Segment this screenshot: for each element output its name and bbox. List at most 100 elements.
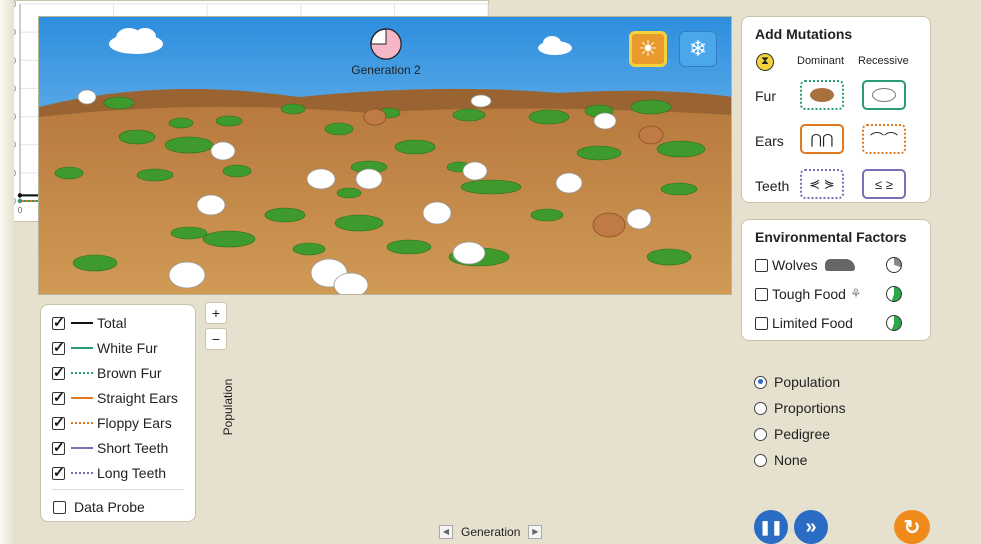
limited-food-checkbox[interactable]: Limited Food: [755, 315, 853, 331]
teeth-recessive-button[interactable]: ≤ ≥: [862, 169, 906, 199]
legend-item-floppy-ears[interactable]: Floppy Ears: [52, 414, 172, 431]
wolves-checkbox-box[interactable]: [755, 258, 768, 272]
straight-ears-icon: ⋂⋂: [810, 130, 834, 147]
legend-line-swatch: [71, 372, 93, 374]
limited-food-checkbox-box[interactable]: [755, 316, 768, 330]
reset-icon: ↻: [903, 516, 921, 539]
legend-item-total[interactable]: Total: [52, 314, 127, 331]
view-option-label: Proportions: [774, 400, 846, 416]
view-option-label: Population: [774, 374, 841, 390]
legend-item-label: Short Teeth: [97, 440, 169, 456]
fur-dominant-button[interactable]: [800, 80, 844, 110]
legend-checkbox[interactable]: [52, 314, 65, 331]
legend-item-label: Long Teeth: [97, 465, 167, 481]
legend-checkbox[interactable]: [52, 364, 65, 381]
pause-icon: ❚❚: [759, 518, 783, 535]
recessive-header: Recessive: [858, 55, 909, 67]
legend-line-swatch: [71, 397, 93, 399]
teeth-dominant-button[interactable]: ⋞ ⋟: [800, 169, 844, 199]
view-option-label: None: [774, 452, 808, 468]
legend-item-white-fur[interactable]: White Fur: [52, 339, 158, 356]
legend-item-long-teeth[interactable]: Long Teeth: [52, 464, 167, 481]
fast-forward-button[interactable]: »: [794, 510, 828, 544]
long-teeth-icon: ≤ ≥: [875, 176, 893, 192]
limited-food-label: Limited Food: [772, 315, 853, 331]
view-option-proportions[interactable]: Proportions: [754, 400, 846, 416]
simulation-scene[interactable]: Generation 2 ☀ ❄: [38, 16, 732, 295]
fast-forward-icon: »: [805, 515, 817, 538]
ears-recessive-button[interactable]: ⌒⌒: [862, 124, 906, 154]
fur-recessive-button[interactable]: [862, 80, 906, 110]
next-generation-button[interactable]: ▶: [528, 525, 543, 539]
view-option-pedigree[interactable]: Pedigree: [754, 426, 830, 442]
legend-line-swatch: [71, 322, 93, 324]
radio-button[interactable]: [754, 401, 767, 415]
wolves-checkbox[interactable]: Wolves: [755, 257, 855, 273]
environmental-factors-title: Environmental Factors: [755, 229, 907, 245]
radio-button[interactable]: [754, 427, 767, 441]
ears-dominant-button[interactable]: ⋂⋂: [800, 124, 844, 154]
wolves-timer-icon: [886, 257, 902, 273]
data-probe-checkbox-box[interactable]: [53, 500, 66, 514]
summer-environment-button[interactable]: ☀: [629, 31, 667, 67]
teeth-row-label: Teeth: [755, 178, 790, 194]
hourglass-icon: ⧗: [756, 53, 774, 71]
legend-item-label: White Fur: [97, 340, 158, 356]
view-option-label: Pedigree: [774, 426, 831, 442]
winter-environment-button[interactable]: ❄: [679, 31, 717, 67]
sun-icon: ☀: [638, 36, 658, 61]
fur-row-label: Fur: [755, 88, 776, 104]
environmental-factors-panel: Environmental Factors Wolves Tough Food …: [741, 219, 931, 341]
generation-timer-icon: [370, 28, 402, 60]
add-mutations-title: Add Mutations: [755, 26, 853, 42]
legend-line-swatch: [71, 422, 93, 424]
legend-line-swatch: [71, 447, 93, 449]
white-bunny-icon: [872, 88, 896, 102]
view-option-population[interactable]: Population: [754, 374, 840, 390]
snowflake-icon: ❄: [688, 36, 708, 61]
window-edge: [0, 0, 14, 544]
floppy-ears-icon: ⌒⌒: [870, 131, 898, 147]
zoom-out-button[interactable]: −: [205, 328, 227, 350]
brown-bunny-icon: [810, 88, 834, 102]
ears-row-label: Ears: [755, 133, 784, 149]
legend-checkbox[interactable]: [52, 464, 65, 481]
radio-button[interactable]: [754, 453, 767, 467]
tough-food-icon: ⚘: [849, 286, 862, 301]
limited-food-timer-icon: [886, 315, 902, 331]
data-point: [17, 193, 23, 198]
legend-checkbox[interactable]: [52, 339, 65, 356]
legend-item-label: Brown Fur: [97, 365, 162, 381]
y-axis-title: Population: [221, 378, 235, 436]
generation-label: Generation 2: [351, 63, 421, 77]
dominant-header: Dominant: [797, 55, 845, 67]
legend-item-brown-fur[interactable]: Brown Fur: [52, 364, 162, 381]
legend-item-label: Straight Ears: [97, 390, 178, 406]
legend-item-label: Floppy Ears: [97, 415, 172, 431]
wolves-label: Wolves: [772, 257, 818, 273]
graph-legend-panel: Total White Fur Brown Fur Straight Ears Flop…: [40, 304, 196, 522]
legend-line-swatch: [71, 347, 93, 349]
short-teeth-icon: ⋞ ⋟: [809, 176, 835, 191]
legend-checkbox[interactable]: [52, 414, 65, 431]
legend-checkbox[interactable]: [52, 439, 65, 456]
data-probe-checkbox[interactable]: Data Probe: [53, 499, 145, 515]
x-axis-title: Generation: [461, 525, 521, 539]
wolf-icon: [824, 259, 855, 271]
pause-button[interactable]: ❚❚: [754, 510, 788, 544]
tough-food-checkbox[interactable]: Tough Food ⚘: [755, 286, 862, 302]
view-option-none[interactable]: None: [754, 452, 807, 468]
data-point: [17, 198, 23, 204]
zoom-in-button[interactable]: +: [205, 302, 227, 324]
reset-button[interactable]: ↻: [894, 510, 930, 544]
add-mutations-panel: Add Mutations ⧗ Dominant Recessive Fur E…: [741, 16, 931, 203]
previous-generation-button[interactable]: ◀: [439, 525, 453, 539]
legend-checkbox[interactable]: [52, 389, 65, 406]
x-tick-label: 0: [18, 206, 23, 215]
tough-food-timer-icon: [886, 286, 902, 302]
generation-nav: ◀ Generation ▶: [439, 525, 543, 539]
legend-item-short-teeth[interactable]: Short Teeth: [52, 439, 169, 456]
tough-food-checkbox-box[interactable]: [755, 287, 768, 301]
radio-button[interactable]: [754, 375, 767, 389]
legend-item-straight-ears[interactable]: Straight Ears: [52, 389, 178, 406]
